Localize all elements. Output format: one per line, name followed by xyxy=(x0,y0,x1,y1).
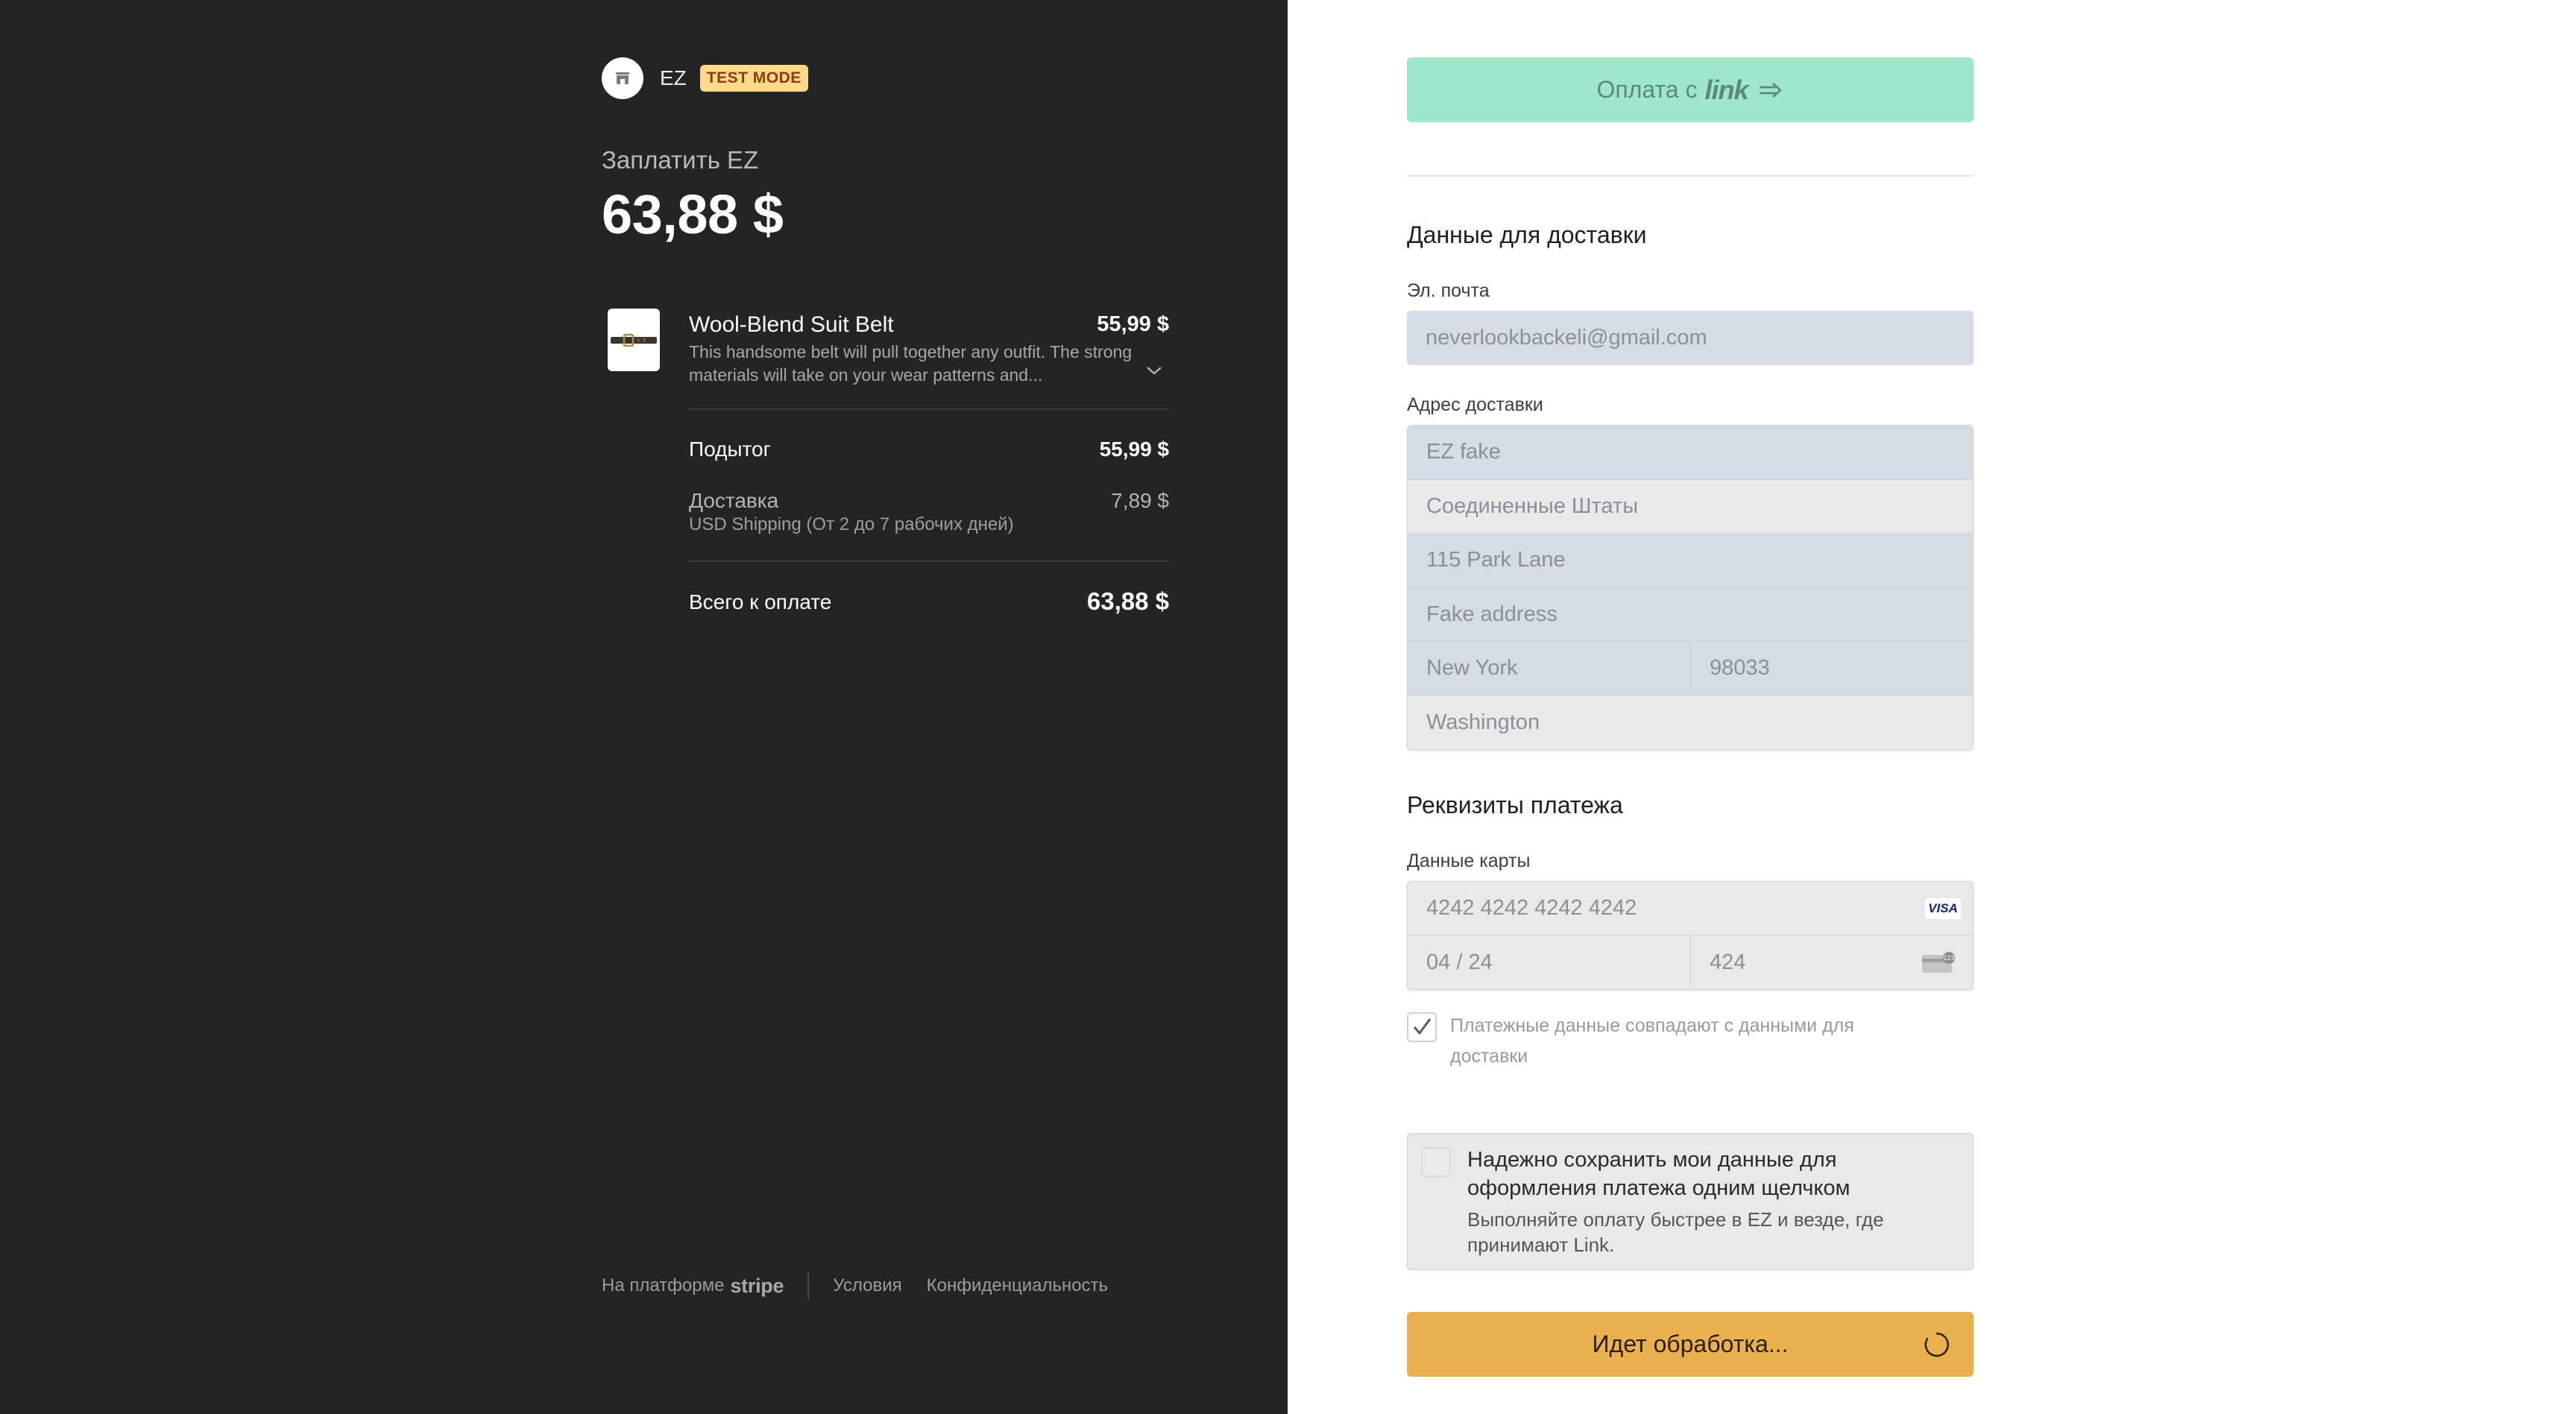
checkout-form-pane: Оплата с link Данные для доставки Эл. по… xyxy=(1288,0,2576,1414)
arrow-right-icon xyxy=(1760,82,1782,98)
divider xyxy=(689,561,1169,562)
save-info-title: Надежно сохранить мои данные для оформле… xyxy=(1467,1148,1851,1200)
total-amount-heading: 63,88 $ xyxy=(602,183,784,245)
address-line2-field[interactable]: Fake address xyxy=(1408,587,1973,642)
footer-separator xyxy=(807,1272,810,1299)
save-info-subtitle: Выполняйте оплату быстрее в EZ и везде, … xyxy=(1467,1208,1884,1256)
shipping-detail: USD Shipping (От 2 до 7 рабочих дней) xyxy=(689,514,1014,534)
link-button-label: Оплата с xyxy=(1596,76,1698,103)
checkmark-icon xyxy=(1413,1018,1432,1035)
card-details-group: 4242 4242 4242 4242 VISA 04 / 24 424 123 xyxy=(1407,881,1974,990)
test-mode-badge: TEST MODE xyxy=(699,65,808,92)
spinner-icon xyxy=(1924,1332,1949,1357)
address-line1-field[interactable]: 115 Park Lane xyxy=(1408,534,1973,588)
subtotal-label: Подытог xyxy=(689,438,771,461)
powered-by-label: На платформе xyxy=(602,1275,725,1295)
belt-image xyxy=(608,309,660,371)
city-zip-row: New York 98033 xyxy=(1408,642,1973,696)
card-expiry-cvc-row: 04 / 24 424 123 xyxy=(1408,935,1973,989)
terms-link[interactable]: Условия xyxy=(833,1275,901,1296)
divider xyxy=(689,408,1169,410)
card-number-row: 4242 4242 4242 4242 VISA xyxy=(1408,882,1973,935)
submit-button[interactable]: Идет обработка... xyxy=(1407,1312,1974,1377)
same-billing-checkbox[interactable] xyxy=(1407,1012,1437,1042)
subtotal-value: 55,99 $ xyxy=(1099,438,1169,461)
zip-field[interactable]: 98033 xyxy=(1690,642,1973,695)
link-logo: link xyxy=(1704,74,1748,105)
total-label: Всего к оплате xyxy=(689,590,832,613)
footer: На платформе stripe Условия Конфиденциал… xyxy=(602,1272,1108,1299)
item-price: 55,99 $ xyxy=(1097,312,1169,336)
item-name: Wool-Blend Suit Belt xyxy=(689,312,894,337)
same-billing-row: Платежные данные совпадают с данными для… xyxy=(1407,1012,1935,1072)
save-info-checkbox[interactable] xyxy=(1421,1147,1451,1177)
privacy-link[interactable]: Конфиденциальность xyxy=(927,1275,1108,1296)
item-description: This handsome belt will pull together an… xyxy=(689,342,1133,385)
card-label: Данные карты xyxy=(1407,850,1531,871)
shipping-value: 7,89 $ xyxy=(1111,489,1169,512)
order-summary-pane: EZ TEST MODE Заплатить EZ 63,88 $ Wool-B… xyxy=(0,0,1288,1414)
submit-button-label: Идет обработка... xyxy=(1592,1331,1789,1357)
visa-icon: VISA xyxy=(1925,898,1961,919)
pay-label: Заплатить EZ xyxy=(602,146,759,174)
card-expiry-field[interactable]: 04 / 24 xyxy=(1408,935,1690,989)
svg-text:123: 123 xyxy=(1943,955,1954,962)
shipping-label: Доставка xyxy=(689,489,779,512)
address-label: Адрес доставки xyxy=(1407,394,1543,415)
country-select[interactable]: Соединенные Штаты xyxy=(1408,479,1973,534)
email-label: Эл. почта xyxy=(1407,280,1490,301)
state-select[interactable]: Washington xyxy=(1408,695,1973,749)
total-value: 63,88 $ xyxy=(1086,587,1169,615)
shipping-address-group: EZ fake Соединенные Штаты 115 Park Lane … xyxy=(1407,425,1974,750)
stripe-logo[interactable]: stripe xyxy=(730,1275,784,1298)
city-field[interactable]: New York xyxy=(1408,642,1690,695)
merchant-name: EZ xyxy=(660,66,687,89)
same-billing-label: Платежные данные совпадают с данными для… xyxy=(1450,1015,1854,1067)
store-icon xyxy=(602,57,643,99)
email-field[interactable]: neverlookbackeli@gmail.com xyxy=(1407,311,1974,364)
divider xyxy=(1407,175,1974,177)
shipping-section-title: Данные для доставки xyxy=(1407,221,1647,248)
pay-with-link-button[interactable]: Оплата с link xyxy=(1407,57,1974,122)
cvc-card-icon: 123 xyxy=(1922,952,1955,973)
chevron-down-icon[interactable] xyxy=(1144,364,1164,377)
name-field[interactable]: EZ fake xyxy=(1408,426,1973,480)
merchant-header: EZ TEST MODE xyxy=(602,57,808,99)
payment-section-title: Реквизиты платежа xyxy=(1407,792,1623,818)
link-save-box: Надежно сохранить мои данные для оформле… xyxy=(1407,1133,1974,1270)
card-number-field[interactable]: 4242 4242 4242 4242 xyxy=(1426,896,1637,921)
